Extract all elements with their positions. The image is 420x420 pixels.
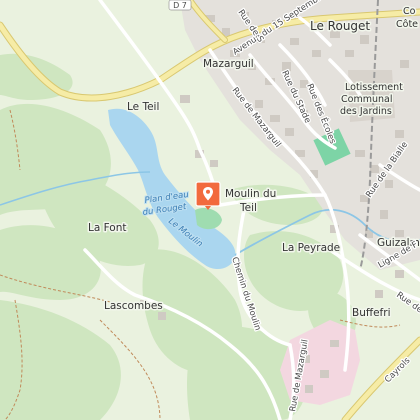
place-la-peyrade: La Peyrade: [282, 242, 340, 254]
map-canvas[interactable]: D 7 Le Rouget Mazarguil Le Teil Moulin d…: [0, 0, 420, 420]
place-cote-1: Co: [403, 6, 416, 17]
place-la-font: La Font: [88, 222, 126, 234]
place-lascombes: Lascombes: [104, 300, 163, 312]
place-lotissement-1: Lotissement: [345, 82, 403, 93]
map-pin-icon: [195, 181, 221, 210]
place-moulin-du-teil-1: Moulin du: [225, 188, 276, 200]
place-le-teil: Le Teil: [127, 101, 159, 113]
place-lotissement-2: Communal: [341, 94, 392, 105]
place-le-rouget: Le Rouget: [310, 19, 370, 33]
place-lotissement-3: des Jardins: [340, 106, 392, 117]
place-cote-2: Côte: [396, 19, 418, 30]
place-mazarguil: Mazarguil: [203, 58, 254, 70]
location-marker[interactable]: [195, 181, 221, 211]
road-badge-label: D 7: [173, 1, 187, 10]
place-buffefri: Buffefri: [352, 307, 390, 319]
place-moulin-du-teil-2: Teil: [239, 202, 257, 214]
